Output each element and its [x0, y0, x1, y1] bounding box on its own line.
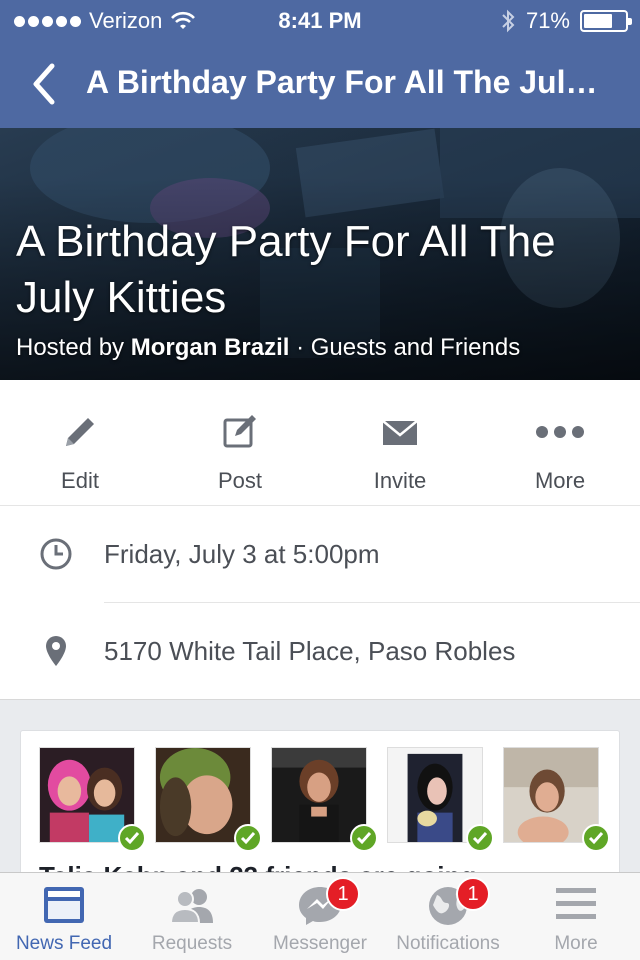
hosted-by-line: Hosted by Morgan Brazil · Guests and Fri… [16, 334, 521, 361]
tab-requests[interactable]: Requests [128, 873, 256, 960]
edit-label: Edit [61, 468, 99, 493]
event-title: A Birthday Party For All The July Kittie… [16, 217, 556, 322]
location-pin-icon [46, 636, 66, 666]
tab-notifications[interactable]: 1 Notifications [384, 873, 512, 960]
avatar-photo [504, 748, 598, 848]
friend-avatar[interactable] [39, 747, 146, 852]
compose-icon [223, 415, 256, 448]
battery-icon [580, 10, 632, 32]
avatar-photo [388, 748, 482, 842]
invite-label: Invite [373, 468, 427, 493]
tab-label: Messenger [273, 933, 367, 954]
hamburger-icon [556, 888, 596, 919]
nav-bar: A Birthday Party For All The Jul… [0, 40, 640, 128]
invite-button[interactable]: Invite [320, 380, 480, 505]
avatar-photo [40, 748, 134, 842]
tab-label: More [554, 933, 598, 954]
tab-more[interactable]: More [512, 873, 640, 960]
event-cover-photo[interactable]: A Birthday Party For All The July Kittie… [0, 128, 640, 380]
going-check-icon [582, 824, 610, 852]
event-details: Friday, July 3 at 5:00pm 5170 White Tail… [0, 506, 640, 700]
tab-news-feed[interactable]: News Feed [0, 873, 128, 960]
nav-title: A Birthday Party For All The Jul… [86, 64, 598, 100]
battery-percent: 71% [525, 8, 570, 33]
host-name-link[interactable]: Morgan Brazil [131, 334, 290, 361]
edit-button[interactable]: Edit [0, 380, 160, 505]
friend-avatar[interactable] [155, 747, 262, 852]
avatar-photo [156, 748, 250, 842]
event-date-row[interactable]: Friday, July 3 at 5:00pm [0, 506, 640, 603]
tab-label: Requests [151, 933, 233, 954]
more-button[interactable]: More [480, 380, 640, 505]
event-location: 5170 White Tail Place, Paso Robles [104, 636, 516, 666]
envelope-icon [382, 420, 418, 445]
going-check-icon [234, 824, 262, 852]
bluetooth-icon [502, 9, 515, 33]
friends-going-card[interactable]: Talia Kahn and 23 friends are going [20, 730, 620, 890]
tab-messenger[interactable]: 1 Messenger [256, 873, 384, 960]
top-bar: Verizon 8:41 PM 71% A Birthday Party For… [0, 0, 640, 128]
more-label: More [534, 468, 586, 493]
status-bar: Verizon 8:41 PM 71% [0, 0, 640, 40]
news-feed-icon [44, 887, 84, 923]
tab-label: News Feed [15, 933, 113, 954]
notifications-badge: 1 [456, 877, 490, 911]
messenger-badge: 1 [326, 877, 360, 911]
bottom-tab-bar: News Feed Requests 1 Messenger 1 Notific… [0, 872, 640, 960]
friend-avatar[interactable] [503, 747, 610, 852]
tab-label: Notifications [396, 933, 500, 954]
avatar-photo [272, 748, 366, 842]
clock-icon [40, 538, 72, 570]
friend-avatar[interactable] [271, 747, 378, 852]
friends-icon [169, 889, 213, 924]
going-check-icon [466, 824, 494, 852]
back-chevron-icon[interactable] [24, 60, 64, 108]
post-label: Post [217, 468, 263, 493]
event-date: Friday, July 3 at 5:00pm [104, 539, 380, 569]
going-check-icon [118, 824, 146, 852]
post-button[interactable]: Post [160, 380, 320, 505]
event-location-row[interactable]: 5170 White Tail Place, Paso Robles [0, 603, 640, 700]
event-action-row: Edit Post Invite More [0, 380, 640, 506]
going-check-icon [350, 824, 378, 852]
pencil-icon [66, 418, 94, 446]
more-dots-icon [536, 426, 584, 438]
friend-avatar[interactable] [387, 747, 494, 852]
